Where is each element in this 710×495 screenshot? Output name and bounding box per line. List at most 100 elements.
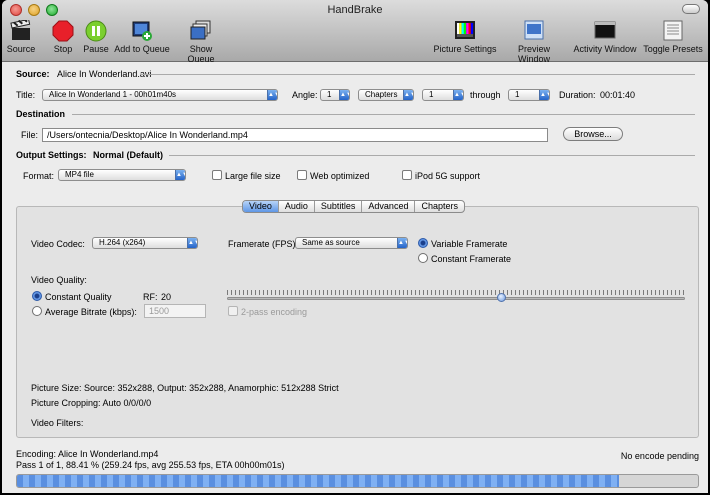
popup-arrows-icon: ▲▼ — [397, 238, 407, 248]
title-label: Title: — [16, 90, 36, 100]
toolbar-toggle-button[interactable] — [682, 4, 700, 14]
range-end-select[interactable]: 1 ▲▼ — [508, 89, 550, 101]
output-settings-label: Output Settings: — [16, 150, 87, 160]
tab-chapters[interactable]: Chapters — [415, 201, 464, 212]
video-codec-label: Video Codec: — [31, 239, 85, 249]
handbrake-window: HandBrake Source Stop Pause Add to Queue… — [2, 0, 708, 493]
popup-arrows-icon: ▲▼ — [539, 90, 549, 100]
average-bitrate-label: Average Bitrate (kbps): — [45, 307, 137, 317]
popup-arrows-icon: ▲▼ — [453, 90, 463, 100]
preset-name: Normal (Default) — [93, 150, 164, 160]
destination-header: Destination — [16, 109, 66, 119]
settings-tabs: Video Audio Subtitles Advanced Chapters — [242, 200, 465, 213]
constant-framerate-radio[interactable] — [418, 253, 428, 263]
variable-framerate-label: Variable Framerate — [431, 239, 508, 249]
queue-status: No encode pending — [620, 451, 699, 461]
tab-subtitles[interactable]: Subtitles — [315, 201, 363, 212]
pause-button-label: Pause — [83, 44, 109, 54]
quality-slider-ticks — [227, 290, 685, 295]
tab-video[interactable]: Video — [243, 201, 279, 212]
web-optimized-checkbox[interactable] — [297, 170, 307, 180]
duration-label: Duration: — [559, 90, 596, 100]
stop-icon — [52, 20, 74, 42]
stop-button-label: Stop — [53, 44, 73, 54]
rf-value: 20 — [161, 292, 172, 302]
framerate-label: Framerate (FPS): — [228, 239, 299, 249]
pass-progress-info: Pass 1 of 1, 88.41 % (259.24 fps, avg 25… — [16, 460, 285, 470]
format-label: Format: — [23, 171, 55, 181]
ipod-support-label: iPod 5G support — [415, 171, 481, 181]
angle-select[interactable]: 1 ▲▼ — [320, 89, 350, 101]
add-to-queue-label: Add to Queue — [114, 44, 170, 54]
web-optimized-label: Web optimized — [310, 171, 370, 181]
picture-cropping-info: Picture Cropping: Auto 0/0/0/0 — [31, 398, 152, 408]
preview-window-label: Preview Window — [517, 44, 550, 64]
add-to-queue-icon — [132, 21, 152, 41]
show-queue-button[interactable]: Show Queue — [175, 20, 227, 64]
preview-window-icon — [524, 20, 544, 40]
title-select[interactable]: Alice In Wonderland 1 - 00h01m40s ▲▼ — [42, 89, 278, 101]
average-bitrate-radio[interactable] — [32, 306, 42, 316]
quality-slider-knob[interactable] — [496, 293, 506, 302]
browse-button[interactable]: Browse... — [563, 127, 623, 141]
clapperboard-icon — [10, 20, 31, 40]
constant-quality-label: Constant Quality — [45, 292, 112, 302]
rf-label: RF: — [143, 292, 158, 302]
constant-framerate-label: Constant Framerate — [431, 254, 512, 264]
tab-audio[interactable]: Audio — [279, 201, 315, 212]
popup-arrows-icon: ▲▼ — [339, 90, 349, 100]
popup-arrows-icon: ▲▼ — [403, 90, 413, 100]
range-start-select[interactable]: 1 ▲▼ — [422, 89, 464, 101]
source-label: Source: — [16, 69, 50, 79]
picture-settings-label: Picture Settings — [433, 44, 497, 54]
range-type-select[interactable]: Chapters ▲▼ — [358, 89, 414, 101]
popup-arrows-icon: ▲▼ — [187, 238, 197, 248]
ipod-support-checkbox[interactable] — [402, 170, 412, 180]
show-queue-icon — [190, 20, 211, 40]
two-pass-label: 2-pass encoding — [241, 307, 308, 317]
pause-icon — [85, 20, 107, 42]
popup-arrows-icon: ▲▼ — [267, 90, 277, 100]
popup-arrows-icon: ▲▼ — [175, 170, 185, 180]
video-quality-label: Video Quality: — [31, 275, 87, 285]
activity-window-button[interactable]: Activity Window — [572, 20, 638, 54]
framerate-select[interactable]: Same as source ▲▼ — [295, 237, 408, 249]
large-file-size-checkbox[interactable] — [212, 170, 222, 180]
picture-settings-button[interactable]: Picture Settings — [433, 20, 497, 54]
video-codec-select[interactable]: H.264 (x264) ▲▼ — [92, 237, 198, 249]
activity-window-label: Activity Window — [573, 44, 637, 54]
source-divider — [140, 74, 695, 75]
file-label: File: — [21, 130, 39, 140]
encode-progress-bar — [16, 474, 699, 488]
toggle-presets-button[interactable]: Toggle Presets — [643, 20, 703, 54]
duration-value: 00:01:40 — [600, 90, 636, 100]
angle-label: Angle: — [292, 90, 318, 100]
destination-divider — [72, 114, 695, 115]
constant-quality-radio[interactable] — [32, 291, 42, 301]
show-queue-label: Show Queue — [187, 44, 215, 64]
toggle-presets-label: Toggle Presets — [643, 44, 703, 54]
source-button-label: Source — [6, 44, 36, 54]
pause-button[interactable]: Pause — [82, 20, 110, 54]
format-select[interactable]: MP4 file ▲▼ — [58, 169, 186, 181]
title-toolbar: HandBrake Source Stop Pause Add to Queue… — [2, 0, 708, 64]
output-divider — [169, 155, 695, 156]
presets-drawer-icon — [663, 20, 683, 41]
picture-size-info: Picture Size: Source: 352x288, Output: 3… — [31, 383, 339, 393]
through-label: through — [470, 90, 501, 100]
bitrate-input[interactable]: 1500 — [144, 304, 206, 318]
window-title: HandBrake — [327, 4, 383, 16]
stop-button[interactable]: Stop — [50, 20, 76, 54]
source-button[interactable]: Source — [6, 20, 36, 54]
add-to-queue-button[interactable]: Add to Queue — [113, 20, 171, 54]
destination-file-field[interactable]: /Users/ontecnia/Desktop/Alice In Wonderl… — [42, 128, 548, 142]
tv-color-bars-icon — [455, 21, 475, 39]
tab-advanced[interactable]: Advanced — [362, 201, 416, 212]
large-file-size-label: Large file size — [225, 171, 281, 181]
video-filters-info: Video Filters: — [31, 418, 84, 428]
quality-slider[interactable] — [227, 297, 685, 300]
encode-progress-fill — [17, 475, 620, 487]
two-pass-checkbox[interactable] — [228, 306, 238, 316]
variable-framerate-radio[interactable] — [418, 238, 428, 248]
preview-window-button[interactable]: Preview Window — [501, 20, 567, 64]
